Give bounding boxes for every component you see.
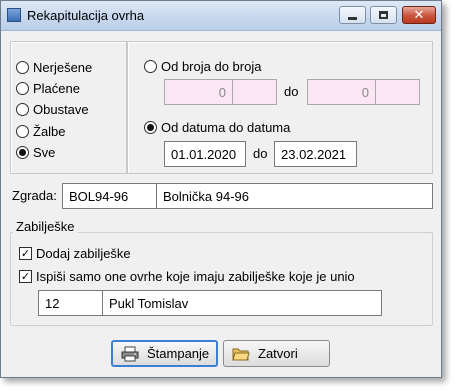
maximize-icon	[379, 11, 388, 19]
close-button[interactable]: Zatvori	[223, 340, 330, 367]
radio-by-number[interactable]: Od broja do broja	[144, 57, 261, 75]
number-to-value: 0	[361, 84, 369, 100]
radio-label: Od datuma do datuma	[161, 119, 291, 135]
add-notes-checkbox[interactable]: ✓ Dodaj zabilješke	[19, 244, 131, 262]
print-button-label: Štampanje	[147, 346, 210, 361]
radio-zalbe[interactable]: Žalbe	[16, 122, 66, 140]
close-icon: ✕	[413, 7, 425, 23]
radio-sve[interactable]: Sve	[16, 143, 55, 161]
window-title: Rekapitulacija ovrha	[27, 8, 145, 23]
radio-nerjesene[interactable]: Nerješene	[16, 58, 92, 76]
close-window-button[interactable]: ✕	[402, 6, 436, 24]
minimize-button[interactable]	[339, 6, 366, 24]
folder-open-icon	[232, 348, 250, 360]
radio-label: Sve	[33, 144, 56, 160]
number-from-field[interactable]: 0	[164, 79, 233, 105]
radio-indicator[interactable]	[16, 102, 29, 116]
radio-label: Žalbe	[33, 123, 66, 139]
app-icon	[7, 8, 21, 22]
number-from-extra-field[interactable]	[232, 79, 277, 105]
check-icon[interactable]: ✓	[19, 246, 32, 260]
number-from-value: 0	[218, 84, 226, 100]
printer-icon	[121, 346, 139, 361]
dialog-window: Rekapitulacija ovrha ✕ Nerješene Plaćene…	[0, 0, 442, 378]
number-to-field[interactable]: 0	[307, 79, 376, 105]
notes-group-label: Zabilješke	[13, 219, 78, 234]
radio-indicator[interactable]	[16, 81, 29, 95]
checkbox-label: Dodaj zabilješke	[36, 245, 131, 261]
date-to-label: do	[253, 146, 268, 161]
radio-indicator[interactable]	[144, 120, 157, 134]
print-button[interactable]: Štampanje	[111, 340, 218, 367]
title-bar[interactable]: Rekapitulacija ovrha ✕	[1, 1, 441, 31]
close-button-label: Zatvori	[258, 346, 298, 361]
radio-label: Plaćene	[33, 80, 80, 96]
date-to-input[interactable]: 23.02.2021	[274, 141, 357, 167]
radio-indicator[interactable]	[16, 124, 29, 138]
radio-indicator[interactable]	[16, 60, 29, 74]
check-icon[interactable]: ✓	[19, 269, 32, 283]
checkbox-label: Ispiši samo one ovrhe koje imaju zabilje…	[36, 268, 355, 284]
radio-placene[interactable]: Plaćene	[16, 79, 80, 97]
radio-label: Obustave	[33, 101, 89, 117]
number-to-label: do	[284, 84, 299, 99]
minimize-icon	[348, 16, 357, 20]
maximize-button[interactable]	[370, 6, 397, 24]
radio-label: Od broja do broja	[161, 58, 262, 74]
user-id-input[interactable]: 12	[38, 290, 103, 316]
only-with-notes-checkbox[interactable]: ✓ Ispiši samo one ovrhe koje imaju zabil…	[19, 267, 355, 285]
radio-label: Nerješene	[33, 59, 93, 75]
number-to-extra-field[interactable]	[375, 79, 420, 105]
radio-indicator[interactable]	[16, 145, 29, 159]
radio-obustave[interactable]: Obustave	[16, 100, 89, 118]
date-from-input[interactable]: 01.01.2020	[164, 141, 246, 167]
user-name-field: Pukl Tomislav	[102, 290, 382, 316]
building-code-input[interactable]: BOL94-96	[62, 183, 157, 209]
building-label: Zgrada:	[12, 188, 57, 203]
radio-by-date[interactable]: Od datuma do datuma	[144, 118, 290, 136]
building-name-field: Bolnička 94-96	[156, 183, 433, 209]
radio-indicator[interactable]	[144, 59, 157, 73]
